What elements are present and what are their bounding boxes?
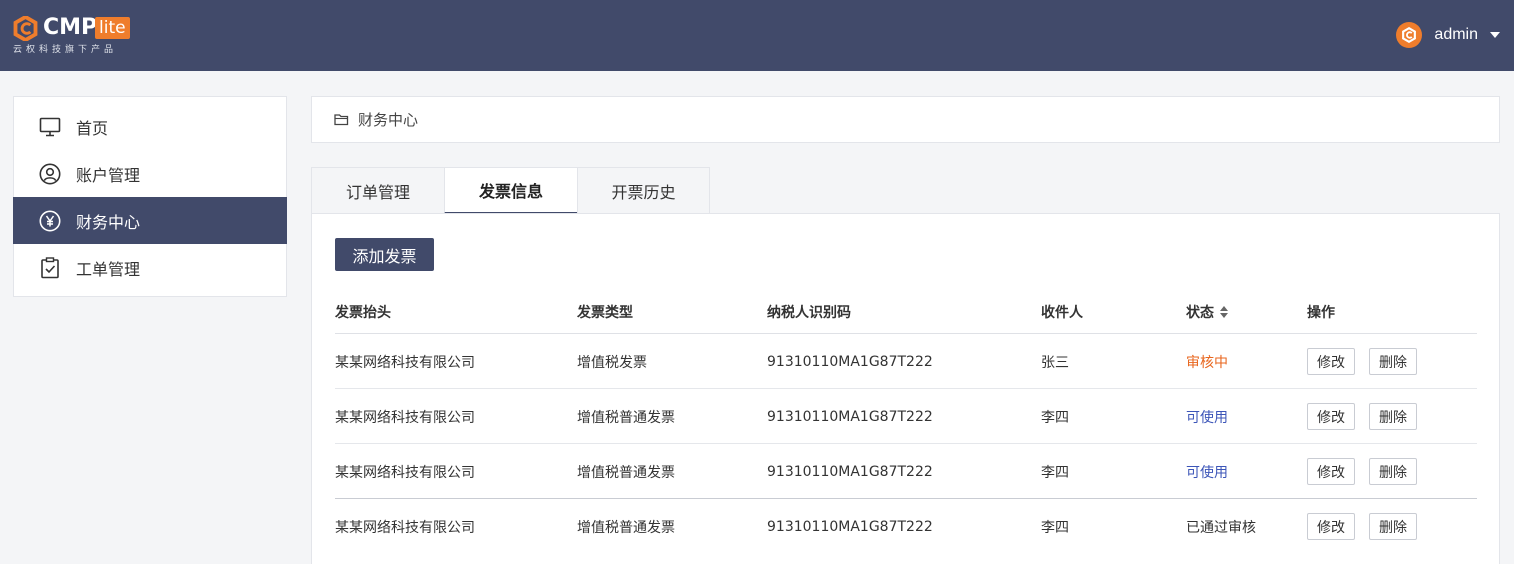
status-badge: 审核中 — [1186, 354, 1228, 371]
delete-button[interactable]: 删除 — [1369, 513, 1417, 540]
monitor-icon — [39, 116, 61, 138]
tab-invoice-info[interactable]: 发票信息 — [444, 167, 577, 214]
sidebar: 首页 账户管理 财务中心 工单管理 — [13, 96, 287, 297]
status-badge: 已通过审核 — [1186, 519, 1256, 536]
tax-id-cell: 91310110MA1G87T222 — [767, 408, 933, 425]
sidebar-item-finance[interactable]: 财务中心 — [13, 197, 287, 244]
avatar — [1396, 22, 1423, 48]
tax-id-cell: 91310110MA1G87T222 — [767, 518, 933, 535]
invoice-title-cell: 某某网络科技有限公司 — [335, 519, 475, 536]
actions-cell: 修改 删除 — [1307, 499, 1431, 554]
invoice-title-cell: 某某网络科技有限公司 — [335, 409, 475, 426]
sidebar-item-tickets[interactable]: 工单管理 — [14, 244, 286, 291]
column-header: 操作 — [1307, 305, 1335, 321]
table-header: 发票抬头 发票类型 纳税人识别码 收件人 状态 操作 — [335, 290, 1477, 334]
column-header: 发票抬头 — [335, 305, 391, 321]
actions-cell: 修改 删除 — [1307, 389, 1431, 444]
sidebar-item-label: 首页 — [76, 118, 109, 138]
edit-button[interactable]: 修改 — [1307, 403, 1355, 430]
brand-tagline: 云权科技旗下产品 — [13, 45, 118, 55]
invoice-title-cell: 某某网络科技有限公司 — [335, 354, 475, 371]
table-row: 某某网络科技有限公司 增值税普通发票 91310110MA1G87T222 李四… — [335, 499, 1477, 554]
actions-cell: 修改 删除 — [1307, 444, 1431, 499]
recipient-cell: 李四 — [1041, 519, 1069, 536]
delete-button[interactable]: 删除 — [1369, 348, 1417, 375]
breadcrumb: 财务中心 — [311, 96, 1500, 143]
add-invoice-button[interactable]: 添加发票 — [335, 238, 434, 271]
breadcrumb-label: 财务中心 — [358, 111, 419, 129]
invoice-panel: 添加发票 发票抬头 发票类型 纳税人识别码 收件人 状态 操作 某某网络科技有限… — [311, 213, 1500, 564]
invoice-type-cell: 增值税普通发票 — [577, 464, 675, 481]
edit-button[interactable]: 修改 — [1307, 348, 1355, 375]
column-header: 状态 — [1186, 305, 1214, 321]
delete-button[interactable]: 删除 — [1369, 458, 1417, 485]
recipient-cell: 李四 — [1041, 409, 1069, 426]
top-bar: CMP lite 云权科技旗下产品 admin — [0, 0, 1514, 71]
recipient-cell: 李四 — [1041, 464, 1069, 481]
status-badge: 可使用 — [1186, 464, 1228, 481]
tax-id-cell: 91310110MA1G87T222 — [767, 463, 933, 480]
sidebar-item-account[interactable]: 账户管理 — [14, 150, 286, 197]
logo[interactable]: CMP lite 云权科技旗下产品 — [13, 14, 173, 58]
tab-invoice-history[interactable]: 开票历史 — [577, 167, 710, 214]
tab-bar: 订单管理 发票信息 开票历史 — [311, 167, 710, 214]
table-row: 某某网络科技有限公司 增值税普通发票 91310110MA1G87T222 李四… — [335, 444, 1477, 499]
delete-button[interactable]: 删除 — [1369, 403, 1417, 430]
clipboard-check-icon — [39, 256, 61, 279]
table-row: 某某网络科技有限公司 增值税发票 91310110MA1G87T222 张三 审… — [335, 334, 1477, 389]
brand-badge: lite — [95, 17, 130, 39]
user-name: admin — [1434, 26, 1478, 43]
tab-orders[interactable]: 订单管理 — [311, 167, 444, 214]
actions-cell: 修改 删除 — [1307, 334, 1431, 389]
user-menu[interactable]: admin — [1396, 22, 1500, 48]
recipient-cell: 张三 — [1041, 354, 1069, 371]
edit-button[interactable]: 修改 — [1307, 513, 1355, 540]
column-header: 发票类型 — [577, 305, 633, 321]
folder-icon — [334, 114, 349, 126]
logo-mark-icon — [13, 16, 38, 41]
invoice-title-cell: 某某网络科技有限公司 — [335, 464, 475, 481]
invoice-type-cell: 增值税普通发票 — [577, 409, 675, 426]
yen-circle-icon — [39, 210, 61, 232]
sidebar-item-home[interactable]: 首页 — [14, 103, 286, 150]
column-header: 纳税人识别码 — [767, 305, 851, 321]
tax-id-cell: 91310110MA1G87T222 — [767, 353, 933, 370]
sidebar-item-label: 财务中心 — [76, 212, 141, 232]
invoice-type-cell: 增值税普通发票 — [577, 519, 675, 536]
brand-name: CMP — [43, 15, 98, 40]
table-row: 某某网络科技有限公司 增值税普通发票 91310110MA1G87T222 李四… — [335, 389, 1477, 444]
sidebar-item-label: 工单管理 — [76, 259, 141, 279]
column-header-status: 状态 — [1186, 302, 1228, 322]
chevron-down-icon[interactable] — [1490, 32, 1500, 38]
edit-button[interactable]: 修改 — [1307, 458, 1355, 485]
invoice-type-cell: 增值税发票 — [577, 354, 647, 371]
status-badge: 可使用 — [1186, 409, 1228, 426]
sort-icon[interactable] — [1220, 306, 1228, 318]
user-circle-icon — [39, 163, 61, 185]
sidebar-item-label: 账户管理 — [76, 165, 141, 185]
avatar-logo-icon — [1402, 27, 1417, 43]
column-header: 收件人 — [1041, 305, 1083, 321]
